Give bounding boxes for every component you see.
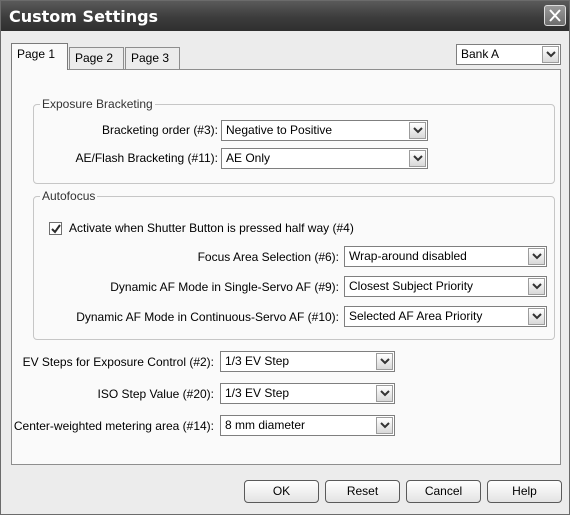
chevron-down-icon	[380, 422, 390, 429]
bracketing-order-value: Negative to Positive	[226, 123, 333, 137]
tab-page-3[interactable]: Page 3	[125, 47, 180, 69]
chevron-down-icon	[413, 155, 423, 162]
cancel-button[interactable]: Cancel	[406, 480, 481, 503]
ae-flash-bracketing-value: AE Only	[226, 151, 271, 165]
focus-area-selection-select[interactable]: Wrap-around disabled	[344, 246, 547, 267]
close-icon	[549, 9, 561, 22]
bank-select-value: Bank A	[461, 47, 500, 61]
bracketing-order-arrow[interactable]	[409, 122, 426, 139]
autofocus-legend: Autofocus	[40, 189, 98, 203]
center-weighted-select[interactable]: 8 mm diameter	[220, 415, 395, 436]
exposure-bracketing-legend: Exposure Bracketing	[40, 97, 155, 111]
tab-panel-page-1: Exposure Bracketing Bracketing order (#3…	[11, 69, 561, 465]
bank-select-arrow[interactable]	[542, 46, 559, 63]
custom-settings-dialog: Custom Settings Page 1 Page 2 Page 3 Ban…	[0, 0, 570, 515]
activate-half-press-label: Activate when Shutter Button is pressed …	[69, 221, 354, 235]
check-icon	[51, 224, 61, 234]
chevron-down-icon	[532, 283, 542, 290]
focus-area-selection-label: Focus Area Selection (#6):	[197, 250, 339, 264]
tab-page-2[interactable]: Page 2	[69, 47, 124, 69]
single-servo-af-arrow[interactable]	[528, 278, 545, 295]
chevron-down-icon	[380, 358, 390, 365]
ae-flash-bracketing-arrow[interactable]	[409, 150, 426, 167]
iso-step-value: 1/3 EV Step	[225, 386, 290, 400]
continuous-servo-af-label: Dynamic AF Mode in Continuous-Servo AF (…	[76, 310, 339, 324]
center-weighted-label: Center-weighted metering area (#14):	[13, 419, 214, 433]
activate-half-press-checkbox[interactable]	[49, 222, 62, 235]
chevron-down-icon	[532, 253, 542, 260]
tab-page-1-label: Page 1	[17, 47, 56, 61]
ev-steps-arrow[interactable]	[376, 353, 393, 370]
iso-step-select[interactable]: 1/3 EV Step	[220, 383, 395, 404]
reset-button-label: Reset	[346, 484, 379, 498]
exposure-bracketing-group: Exposure Bracketing Bracketing order (#3…	[33, 97, 555, 184]
single-servo-af-select[interactable]: Closest Subject Priority	[344, 276, 547, 297]
help-button-label: Help	[512, 484, 537, 498]
tab-page-2-label: Page 2	[75, 51, 114, 65]
ae-flash-bracketing-label: AE/Flash Bracketing (#11):	[75, 151, 218, 165]
tab-page-3-label: Page 3	[131, 51, 170, 65]
center-weighted-arrow[interactable]	[376, 417, 393, 434]
ok-button[interactable]: OK	[244, 480, 319, 503]
chevron-down-icon	[532, 313, 542, 320]
chevron-down-icon	[413, 127, 423, 134]
close-button[interactable]	[544, 5, 566, 26]
continuous-servo-af-value: Selected AF Area Priority	[349, 309, 483, 323]
continuous-servo-af-arrow[interactable]	[528, 308, 545, 325]
help-button[interactable]: Help	[487, 480, 562, 503]
continuous-servo-af-select[interactable]: Selected AF Area Priority	[344, 306, 547, 327]
title-bar: Custom Settings	[1, 1, 569, 31]
bracketing-order-select[interactable]: Negative to Positive	[221, 120, 428, 141]
ev-steps-value: 1/3 EV Step	[225, 354, 290, 368]
cancel-button-label: Cancel	[424, 484, 463, 498]
iso-step-label: ISO Step Value (#20):	[97, 387, 214, 401]
iso-step-arrow[interactable]	[376, 385, 393, 402]
bracketing-order-label: Bracketing order (#3):	[101, 123, 218, 137]
ae-flash-bracketing-select[interactable]: AE Only	[221, 148, 428, 169]
ev-steps-select[interactable]: 1/3 EV Step	[220, 351, 395, 372]
single-servo-af-label: Dynamic AF Mode in Single-Servo AF (#9):	[110, 280, 339, 294]
ok-button-label: OK	[272, 484, 291, 498]
bank-select[interactable]: Bank A	[456, 44, 561, 65]
tab-page-1[interactable]: Page 1	[11, 43, 68, 70]
window-title: Custom Settings	[9, 7, 159, 26]
focus-area-selection-arrow[interactable]	[528, 248, 545, 265]
center-weighted-value: 8 mm diameter	[225, 418, 306, 432]
single-servo-af-value: Closest Subject Priority	[349, 279, 474, 293]
focus-area-selection-value: Wrap-around disabled	[349, 249, 467, 263]
chevron-down-icon	[380, 390, 390, 397]
autofocus-group: Autofocus Activate when Shutter Button i…	[33, 189, 555, 340]
chevron-down-icon	[546, 51, 556, 58]
reset-button[interactable]: Reset	[325, 480, 400, 503]
ev-steps-label: EV Steps for Exposure Control (#2):	[22, 355, 214, 369]
